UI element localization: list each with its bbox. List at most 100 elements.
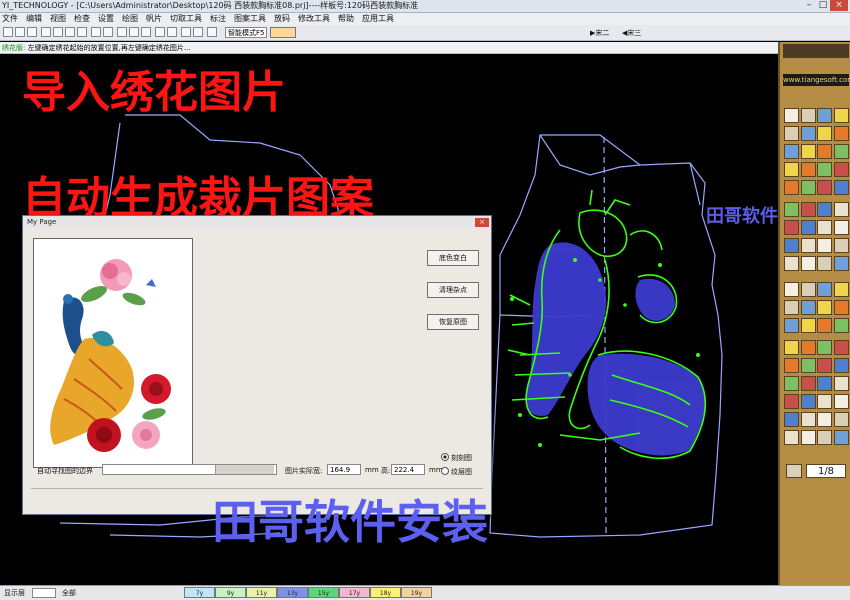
redo-icon[interactable] [103,27,113,37]
tool-button-icon[interactable] [817,430,832,445]
tool-button-icon[interactable] [833,202,849,217]
tool-button-icon[interactable] [784,162,799,177]
tool-button-icon[interactable] [817,180,832,195]
tool-button-icon[interactable] [817,162,832,177]
tool-button-icon[interactable] [800,220,816,235]
tool-button-icon[interactable] [833,220,849,235]
size-tag-11y[interactable]: 11y [246,587,277,598]
tool-button-icon[interactable] [817,126,832,141]
zoom-window-icon[interactable] [77,27,87,37]
tool-button-icon[interactable] [833,318,849,333]
size-tag-17y[interactable]: 17y [339,587,370,598]
tool-button-icon[interactable] [817,340,832,355]
cut-icon[interactable] [117,27,127,37]
tool-button-icon[interactable] [800,144,816,159]
font-prev-button[interactable]: ◀宋三 [622,28,641,38]
menu-item[interactable]: 检查 [74,13,90,25]
width-input[interactable]: 164.9 [327,464,361,475]
tool-button-icon[interactable] [800,430,816,445]
tool-button-icon[interactable] [817,220,832,235]
tool-button-icon[interactable] [800,238,816,253]
tool-button-icon[interactable] [817,376,832,391]
tool-button-icon[interactable] [833,238,849,253]
tool-button-icon[interactable] [784,340,799,355]
tool-button-icon[interactable] [784,430,799,445]
restore-original-button[interactable]: 恢复原图 [427,314,479,330]
tool-button-icon[interactable] [817,358,832,373]
menu-item[interactable]: 切取工具 [170,13,202,25]
minimize-button[interactable]: – [802,0,816,11]
tool-button-icon[interactable] [833,126,849,141]
tool-button-icon[interactable] [817,144,832,159]
radio-engrave[interactable]: 刻刻图 [441,453,472,463]
whiten-background-button[interactable]: 底色变白 [427,250,479,266]
menu-item[interactable]: 放码 [274,13,290,25]
menu-item[interactable]: 帆片 [146,13,162,25]
tool-button-icon[interactable] [833,180,849,195]
tool-button-icon[interactable] [800,340,816,355]
menu-item[interactable]: 文件 [2,13,18,25]
tool-button-icon[interactable] [833,282,849,297]
tool-button-icon[interactable] [833,162,849,177]
size-tag-7y[interactable]: 7y [184,587,215,598]
tool-button-icon[interactable] [833,358,849,373]
zoom-out-icon[interactable] [53,27,63,37]
color-swatch[interactable] [270,27,296,38]
undo-icon[interactable] [91,27,101,37]
tool-button-icon[interactable] [784,300,799,315]
tool-button-icon[interactable] [833,376,849,391]
tool-button-icon[interactable] [833,430,849,445]
tool-button-icon[interactable] [800,162,816,177]
open-file-icon[interactable] [15,27,25,37]
tool-button-icon[interactable] [784,220,799,235]
tool-button-icon[interactable] [817,238,832,253]
size-tag-18y[interactable]: 18y [370,587,401,598]
clean-noise-button[interactable]: 清理杂点 [427,282,479,298]
layer-icon[interactable] [181,27,191,37]
grid-icon[interactable] [167,27,177,37]
size-tag-13y[interactable]: 13y [277,587,308,598]
layer-select[interactable] [32,588,56,598]
menu-item[interactable]: 帮助 [338,13,354,25]
mode-select[interactable]: 智能模式F5 [225,27,267,38]
boundary-slider-thumb[interactable] [215,465,274,474]
size-tag-19y[interactable]: 19y [401,587,432,598]
paste-icon[interactable] [141,27,151,37]
tool-button-icon[interactable] [833,412,849,427]
settings-icon[interactable] [207,27,217,37]
tool-button-icon[interactable] [784,126,799,141]
radio-texture[interactable]: 纹层图 [441,467,472,477]
save-icon[interactable] [27,27,37,37]
tool-button-icon[interactable] [800,376,816,391]
tool-button-icon[interactable] [800,256,816,271]
tool-button-icon[interactable] [833,144,849,159]
tool-button-icon[interactable] [817,202,832,217]
zoom-in-icon[interactable] [41,27,51,37]
tool-button-icon[interactable] [784,144,799,159]
tool-button-icon[interactable] [833,394,849,409]
tool-button-icon[interactable] [833,256,849,271]
tool-button-icon[interactable] [784,202,799,217]
menu-item[interactable]: 标注 [210,13,226,25]
size-tag-9y[interactable]: 9y [215,587,246,598]
tool-button-icon[interactable] [784,238,799,253]
tool-button-icon[interactable] [784,358,799,373]
tool-button-icon[interactable] [784,394,799,409]
tool-button-icon[interactable] [800,358,816,373]
tool-button-icon[interactable] [833,108,849,123]
new-file-icon[interactable] [3,27,13,37]
measure-icon[interactable] [155,27,165,37]
menu-item[interactable]: 修改工具 [298,13,330,25]
tool-button-icon[interactable] [817,394,832,409]
dialog-close-button[interactable]: × [475,218,489,227]
tool-button-icon[interactable] [800,180,816,195]
page-nav-button[interactable] [786,464,802,478]
copy-icon[interactable] [129,27,139,37]
tool-button-icon[interactable] [784,108,799,123]
tool-button-icon[interactable] [817,300,832,315]
tool-button-icon[interactable] [800,126,816,141]
print-icon[interactable] [193,27,203,37]
menu-item[interactable]: 图案工具 [234,13,266,25]
tool-button-icon[interactable] [784,412,799,427]
tool-button-icon[interactable] [800,282,816,297]
